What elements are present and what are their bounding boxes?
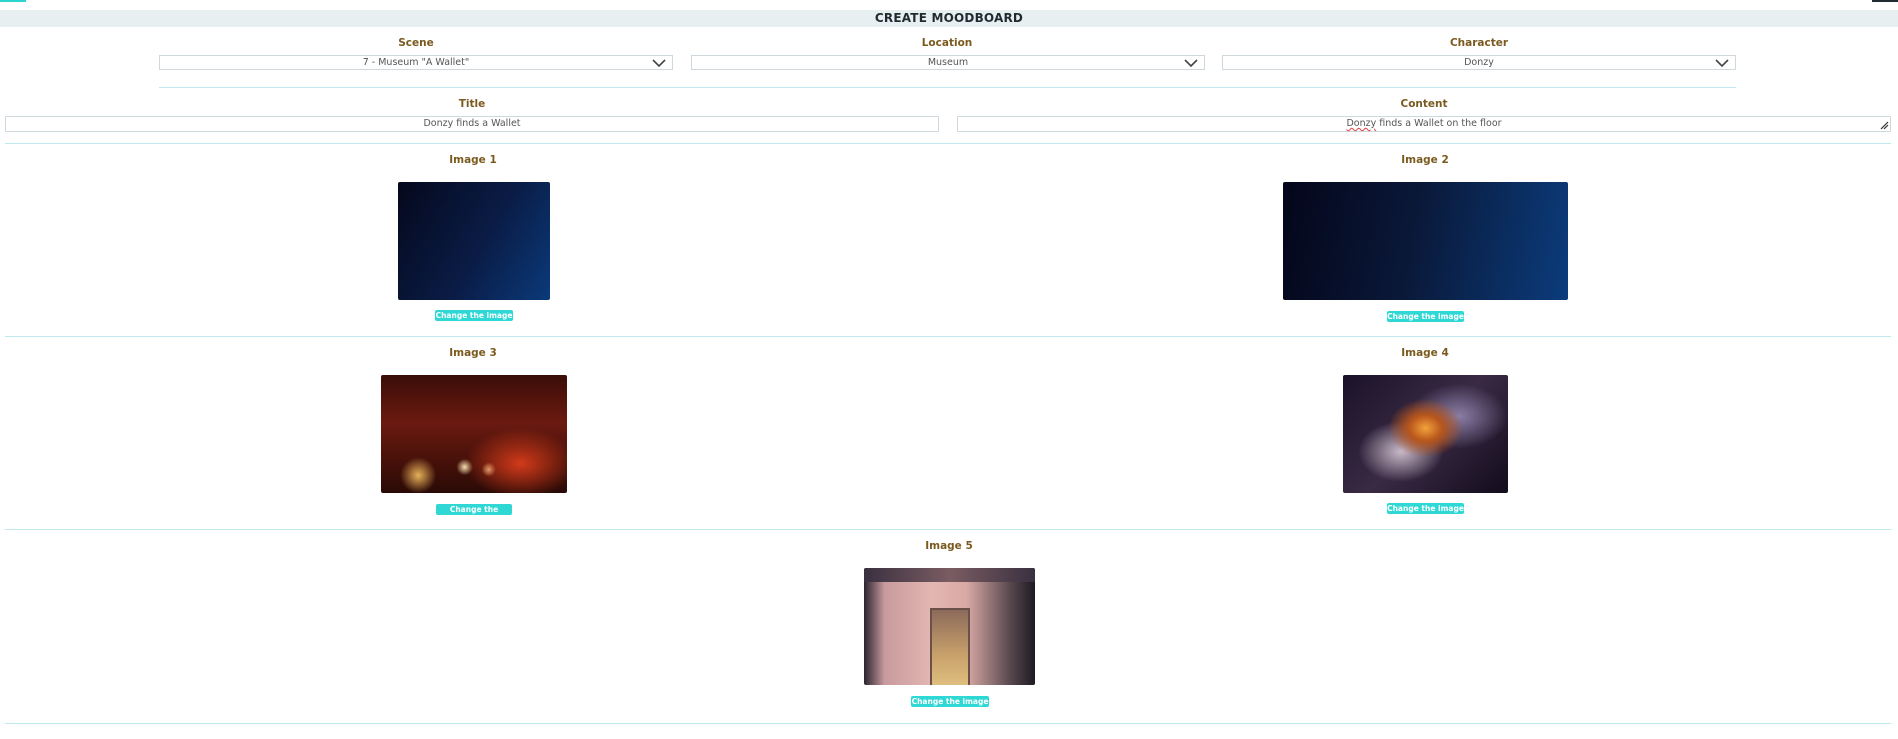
page-title: CREATE MOODBOARD xyxy=(0,10,1898,27)
image-4-thumbnail xyxy=(1343,375,1508,493)
change-image-2-button[interactable]: Change the image xyxy=(1387,311,1464,322)
content-value-first-word: Donzy xyxy=(1346,118,1377,129)
door-shape xyxy=(930,608,970,685)
location-label: Location xyxy=(921,37,973,49)
image-3-label: Image 3 xyxy=(449,347,497,359)
character-label: Character xyxy=(1449,37,1509,49)
title-input[interactable]: Donzy finds a Wallet xyxy=(5,116,939,132)
scene-select[interactable]: 7 - Museum "A Wallet" xyxy=(159,55,673,70)
image-2-label: Image 2 xyxy=(1401,154,1449,166)
divider xyxy=(159,87,1736,88)
change-image-1-button[interactable]: Change the image xyxy=(435,310,513,321)
image-5-label: Image 5 xyxy=(925,540,973,552)
change-image-5-button[interactable]: Change the image xyxy=(911,696,989,707)
lintel-shape xyxy=(864,568,1035,582)
image-5-thumbnail xyxy=(864,568,1035,685)
chevron-down-icon xyxy=(652,59,666,68)
divider xyxy=(5,529,1891,530)
content-label: Content xyxy=(1400,98,1448,110)
image-4-label: Image 4 xyxy=(1401,347,1449,359)
resize-handle-icon[interactable] xyxy=(1879,120,1889,130)
location-select-value: Museum xyxy=(927,57,969,68)
divider xyxy=(5,143,1891,144)
divider xyxy=(5,336,1891,337)
top-accent-right xyxy=(1872,0,1898,2)
location-select[interactable]: Museum xyxy=(691,55,1205,70)
character-select[interactable]: Donzy xyxy=(1222,55,1736,70)
change-image-4-button[interactable]: Change the image xyxy=(1387,503,1464,514)
image-3-thumbnail xyxy=(381,375,567,493)
scene-select-value: 7 - Museum "A Wallet" xyxy=(362,57,470,68)
content-textarea[interactable]: Donzy finds a Wallet on the floor xyxy=(957,116,1891,132)
chevron-down-icon xyxy=(1715,59,1729,68)
change-image-3-button[interactable]: Change the image xyxy=(436,504,512,525)
top-accent-left xyxy=(0,0,26,2)
character-select-value: Donzy xyxy=(1464,57,1494,68)
image-1-thumbnail xyxy=(398,182,550,300)
content-value-rest: finds a Wallet on the floor xyxy=(1376,118,1502,129)
scene-label: Scene xyxy=(398,37,434,49)
image-1-label: Image 1 xyxy=(449,154,497,166)
top-strip xyxy=(0,0,1898,10)
chevron-down-icon xyxy=(1184,59,1198,68)
title-input-value: Donzy finds a Wallet xyxy=(423,118,521,129)
divider xyxy=(5,723,1891,724)
title-label: Title xyxy=(458,98,486,110)
image-2-thumbnail xyxy=(1283,182,1568,300)
